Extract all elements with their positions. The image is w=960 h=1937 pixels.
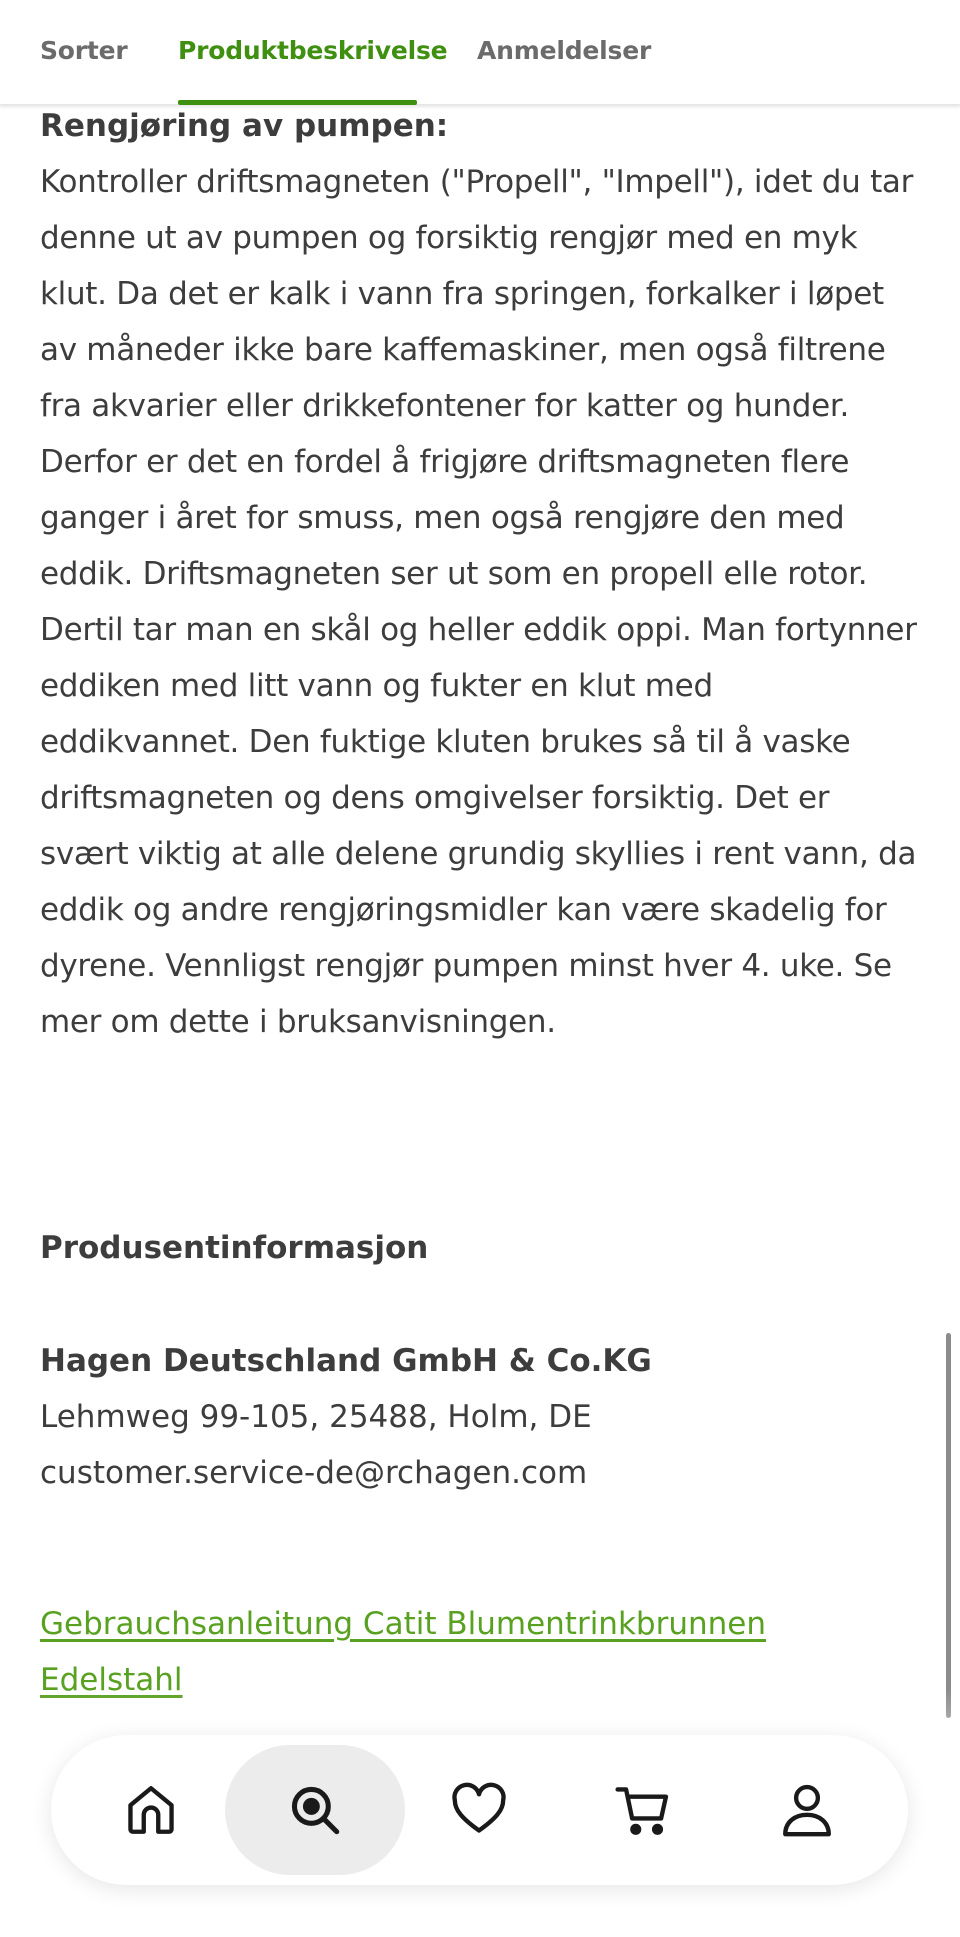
nav-search-button[interactable] <box>225 1745 405 1875</box>
product-description: Rengjøring av pumpen: Kontroller driftsm… <box>40 98 920 1050</box>
company-name: Hagen Deutschland GmbH & Co.KG <box>40 1343 652 1379</box>
home-icon <box>128 1786 174 1834</box>
company-address: Lehmweg 99-105, 25488, Holm, DE <box>40 1399 592 1435</box>
tab-bar: Sorter Produktbeskrivelse Anmeldelser <box>0 0 960 105</box>
user-icon <box>783 1784 831 1837</box>
tab-sorter[interactable]: Sorter <box>40 36 128 65</box>
cleaning-text: Kontroller driftsmagneten ("Propell", "I… <box>40 164 917 1040</box>
tab-anmeldelser[interactable]: Anmeldelser <box>477 36 651 65</box>
nav-home-button[interactable] <box>76 1735 226 1885</box>
heart-icon <box>452 1782 506 1833</box>
active-tab-indicator <box>178 100 417 105</box>
cleaning-heading: Rengjøring av pumpen: <box>40 108 449 144</box>
bottom-navigation <box>51 1735 908 1885</box>
nav-favorites-button[interactable] <box>404 1735 554 1885</box>
search-icon <box>291 1786 340 1835</box>
producer-info: Hagen Deutschland GmbH & Co.KG Lehmweg 9… <box>40 1333 920 1501</box>
tab-produktbeskrivelse[interactable]: Produktbeskrivelse <box>178 36 448 65</box>
scrollbar[interactable] <box>946 1333 951 1718</box>
producer-heading: Produsentinformasjon <box>40 1230 429 1266</box>
cart-icon <box>615 1787 669 1835</box>
nav-cart-button[interactable] <box>568 1735 718 1885</box>
company-email[interactable]: customer.service-de@rchagen.com <box>40 1445 920 1501</box>
nav-account-button[interactable] <box>732 1735 882 1885</box>
